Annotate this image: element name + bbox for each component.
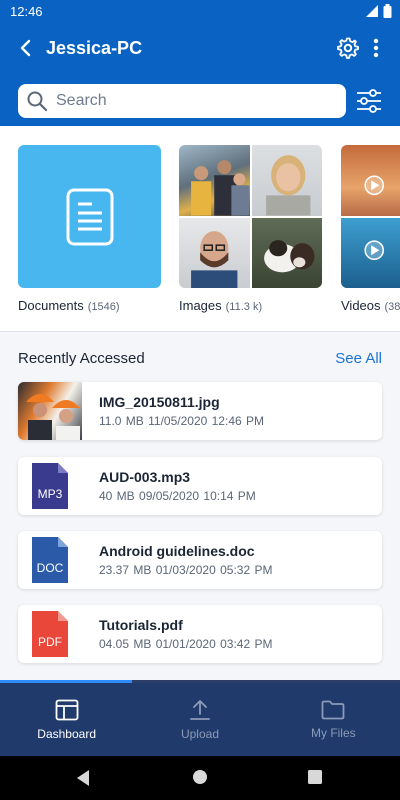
more-vertical-icon	[373, 38, 379, 58]
videos-name: Videos	[341, 298, 381, 313]
pdf-file-icon: PDF	[32, 611, 68, 657]
signal-icon	[366, 5, 378, 17]
images-label: Images (11.3 k)	[179, 298, 322, 313]
back-arrow-icon	[20, 39, 31, 57]
file-name: IMG_20150811.jpg	[99, 394, 220, 410]
filter-sliders-icon	[357, 89, 381, 113]
see-all-link[interactable]: See All	[335, 350, 382, 367]
portrait-photo-icon	[265, 155, 310, 216]
status-icons	[365, 4, 392, 18]
file-thumbnail: DOC	[18, 531, 82, 589]
images-preview-grid	[179, 145, 322, 288]
file-thumbnail	[18, 382, 82, 440]
play-icon	[364, 175, 385, 196]
gear-icon	[337, 37, 359, 59]
image-thumb-woman	[251, 145, 322, 216]
dogs-photo-icon	[263, 239, 314, 272]
folder-icon	[321, 700, 345, 719]
people-photo-icon	[191, 160, 250, 216]
file-row[interactable]: MP3 AUD-003.mp3 40 MB 09/05/2020 10:14 P…	[18, 457, 382, 515]
category-images[interactable]: Images (11.3 k)	[179, 145, 322, 313]
category-documents[interactable]: Documents (1546)	[18, 145, 161, 313]
upload-icon	[190, 699, 210, 720]
file-meta: 23.37 MB 01/03/2020 05:32 PM	[99, 563, 273, 577]
search-input[interactable]: Search	[18, 84, 346, 118]
mp3-file-icon: MP3	[32, 463, 68, 509]
file-name: Android guidelines.doc	[99, 543, 255, 559]
system-home-icon[interactable]	[192, 769, 208, 785]
video-thumb-diver	[341, 217, 400, 288]
file-meta: 11.0 MB 11/05/2020 12:46 PM	[99, 414, 264, 428]
bottom-navigation: Dashboard Upload My Files	[0, 683, 400, 756]
documents-count: (1546)	[87, 301, 120, 313]
category-carousel[interactable]: Documents (1546) Images (11.3 k) Videos …	[0, 126, 400, 332]
filter-button[interactable]	[354, 86, 384, 116]
document-icon	[66, 188, 113, 245]
overflow-menu-button[interactable]	[366, 36, 386, 60]
image-thumb-man	[179, 217, 250, 288]
status-time: 12:46	[10, 4, 43, 19]
file-thumbnail: PDF	[18, 605, 82, 663]
tab-dashboard[interactable]: Dashboard	[0, 683, 133, 756]
pdf-badge: PDF	[38, 635, 62, 649]
portrait-photo-icon	[191, 230, 238, 288]
system-back-icon[interactable]	[75, 769, 91, 787]
system-navigation-bar	[0, 756, 400, 800]
video-thumb-sunset	[341, 145, 400, 216]
file-meta: 40 MB 09/05/2020 10:14 PM	[99, 489, 256, 503]
mp3-badge: MP3	[38, 487, 63, 501]
file-name: Tutorials.pdf	[99, 617, 183, 633]
file-thumbnail: MP3	[18, 457, 82, 515]
image-photo-icon	[26, 394, 80, 440]
settings-button[interactable]	[336, 36, 360, 60]
category-videos[interactable]: Videos (38	[341, 145, 400, 313]
videos-label: Videos (38	[341, 298, 400, 313]
tab-dashboard-label: Dashboard	[37, 726, 97, 741]
images-tile[interactable]	[179, 145, 322, 288]
tab-upload-label: Upload	[180, 726, 219, 741]
image-thumb-team	[179, 145, 250, 216]
recent-heading: Recently Accessed	[18, 350, 145, 367]
tab-upload[interactable]: Upload	[133, 683, 266, 756]
documents-label: Documents (1546)	[18, 298, 161, 313]
search-icon	[27, 91, 48, 112]
documents-name: Documents	[18, 298, 84, 313]
videos-tile[interactable]	[341, 145, 400, 288]
system-recents-icon[interactable]	[308, 770, 322, 784]
documents-tile[interactable]	[18, 145, 161, 288]
page-title: Jessica-PC	[46, 38, 143, 58]
doc-badge: DOC	[37, 561, 64, 575]
dashboard-icon	[55, 699, 79, 720]
file-row[interactable]: DOC Android guidelines.doc 23.37 MB 01/0…	[18, 531, 382, 589]
images-name: Images	[179, 298, 222, 313]
file-row[interactable]: IMG_20150811.jpg 11.0 MB 11/05/2020 12:4…	[18, 382, 382, 440]
app-bar: Jessica-PC Search	[0, 24, 400, 126]
file-meta: 04.05 MB 01/01/2020 03:42 PM	[99, 637, 273, 651]
doc-file-icon: DOC	[32, 537, 68, 583]
tab-my-files-label: My Files	[310, 725, 356, 740]
battery-icon	[383, 4, 392, 18]
image-thumb-dogs	[251, 217, 322, 288]
file-row[interactable]: PDF Tutorials.pdf 04.05 MB 01/01/2020 03…	[18, 605, 382, 663]
back-button[interactable]	[12, 34, 40, 62]
tab-my-files[interactable]: My Files	[267, 683, 400, 756]
status-bar: 12:46	[0, 0, 400, 24]
videos-count: (38	[384, 301, 400, 313]
images-count: (11.3 k)	[225, 301, 263, 313]
search-placeholder: Search	[56, 92, 107, 109]
videos-preview-grid	[341, 145, 400, 288]
file-name: AUD-003.mp3	[99, 469, 191, 485]
play-icon	[364, 239, 385, 260]
